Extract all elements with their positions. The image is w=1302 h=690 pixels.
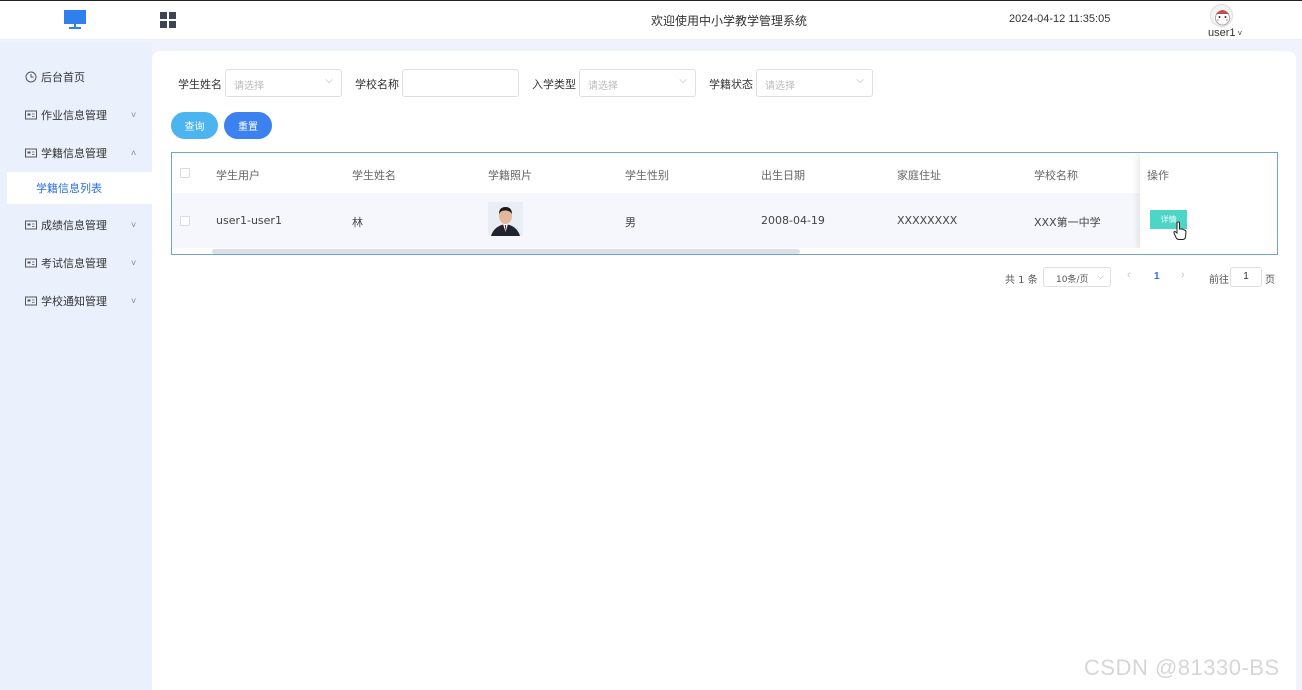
select-placeholder: 请选择	[234, 81, 264, 92]
cell-name: 林	[352, 216, 363, 229]
sidebar-item-label: 作业信息管理	[41, 109, 107, 122]
select-all-checkbox[interactable]	[180, 168, 190, 178]
column-header: 学生用户	[216, 169, 260, 182]
cell-user: user1-user1	[216, 214, 282, 227]
chevron-down-icon: ⌵	[679, 75, 687, 86]
page-number-current[interactable]: 1	[1154, 271, 1160, 282]
cell-address: XXXXXXXX	[897, 214, 958, 227]
chevron-down-icon: ⌵	[1097, 271, 1104, 281]
enroll-type-label: 入学类型	[532, 78, 576, 91]
horizontal-scrollbar[interactable]	[172, 248, 1277, 254]
school-name-input[interactable]	[402, 69, 519, 97]
query-button[interactable]: 查询	[171, 112, 218, 139]
column-header: 学生姓名	[352, 169, 396, 182]
sidebar-subitem-student-record-list[interactable]: 学籍信息列表	[7, 172, 152, 204]
student-records-table: 学生用户 学生姓名 学籍照片 学生性别 出生日期 家庭住址 学校名称 user1…	[171, 152, 1278, 255]
chevron-down-icon: ˅	[131, 296, 137, 306]
select-placeholder: 请选择	[765, 81, 795, 92]
card-icon	[25, 110, 37, 120]
total-count: 共 1 条	[1005, 275, 1038, 286]
prev-page-button[interactable]: ‹	[1127, 269, 1131, 281]
avatar[interactable]	[1210, 4, 1233, 27]
sidebar-item-label: 学籍信息管理	[41, 147, 107, 160]
sidebar-subitem-label: 学籍信息列表	[36, 182, 102, 195]
sidebar-item-label: 考试信息管理	[41, 257, 107, 270]
scrollbar-thumb[interactable]	[212, 249, 800, 254]
datetime-display: 2024-04-12 11:35:05	[1009, 13, 1111, 25]
chevron-down-icon: ˅	[131, 110, 137, 120]
cell-gender: 男	[625, 216, 636, 229]
watermark: CSDN @81330-BS	[1084, 655, 1280, 680]
page-size-select[interactable]: 10条/页 ⌵	[1043, 267, 1111, 287]
status-select[interactable]: 请选择 ⌵	[756, 69, 873, 97]
school-name-label: 学校名称	[355, 78, 399, 91]
card-icon	[25, 296, 37, 306]
goto-page-input[interactable]: 1	[1230, 267, 1262, 287]
goto-label: 前往	[1209, 275, 1229, 286]
column-header: 操作	[1147, 169, 1169, 182]
column-header: 学校名称	[1034, 169, 1078, 182]
table-row[interactable]: user1-user1 林 男 2008-04-19 XXXXXXXX XXX第…	[172, 193, 1277, 248]
card-icon	[25, 258, 37, 268]
column-header: 出生日期	[761, 169, 805, 182]
reset-button[interactable]: 重置	[224, 112, 272, 139]
sidebar-item-label: 成绩信息管理	[41, 219, 107, 232]
status-label: 学籍状态	[709, 78, 753, 91]
cell-school: XXX第一中学	[1034, 216, 1101, 229]
enroll-type-select[interactable]: 请选择 ⌵	[579, 69, 696, 97]
column-header: 学籍照片	[488, 169, 532, 182]
user-menu[interactable]: user1 ˅	[1208, 27, 1242, 39]
page-size-value: 10条/页	[1056, 275, 1089, 285]
cell-birth-date: 2008-04-19	[761, 214, 825, 227]
chevron-down-icon: ˅	[131, 258, 137, 268]
student-photo[interactable]	[488, 202, 523, 236]
sidebar-item-label: 后台首页	[41, 71, 85, 84]
next-page-button[interactable]: ›	[1181, 269, 1185, 281]
table-header: 学生用户 学生姓名 学籍照片 学生性别 出生日期 家庭住址 学校名称	[172, 153, 1277, 193]
column-header: 家庭住址	[897, 169, 941, 182]
card-icon	[25, 220, 37, 230]
chevron-down-icon: ˅	[1237, 29, 1243, 38]
sidebar-item-homework[interactable]: 作业信息管理 ˅	[0, 96, 152, 134]
select-placeholder: 请选择	[588, 81, 618, 92]
sidebar-item-label: 学校通知管理	[41, 295, 107, 308]
chevron-down-icon: ⌵	[325, 75, 333, 86]
student-name-label: 学生姓名	[178, 78, 222, 91]
card-icon	[25, 148, 37, 158]
sidebar-item-dashboard[interactable]: 后台首页	[0, 58, 152, 96]
sidebar-item-school-notices[interactable]: 学校通知管理 ˅	[0, 282, 152, 320]
actions-column: 操作 详情	[1140, 153, 1277, 248]
chevron-down-icon: ˅	[131, 220, 137, 230]
top-header: 欢迎使用中小学教学管理系统 2024-04-12 11:35:05 user1 ˅	[0, 0, 1302, 40]
sidebar: 后台首页 作业信息管理 ˅ 学籍信息管理 ˄ 学籍信息列表 成绩信息管理 ˅ 考…	[0, 41, 152, 690]
hand-cursor-icon	[1173, 221, 1187, 240]
user-name-label: user1	[1208, 27, 1236, 39]
student-name-select[interactable]: 请选择 ⌵	[225, 69, 342, 97]
sidebar-item-grades[interactable]: 成绩信息管理 ˅	[0, 206, 152, 244]
page-suffix: 页	[1265, 275, 1275, 286]
chevron-down-icon: ⌵	[856, 75, 864, 86]
column-header: 学生性别	[625, 169, 669, 182]
main-panel	[152, 51, 1296, 690]
sidebar-item-exams[interactable]: 考试信息管理 ˅	[0, 244, 152, 282]
chevron-up-icon: ˄	[131, 148, 137, 158]
clock-icon	[25, 71, 37, 83]
row-checkbox[interactable]	[180, 216, 190, 226]
sidebar-item-student-records[interactable]: 学籍信息管理 ˄	[0, 134, 152, 172]
